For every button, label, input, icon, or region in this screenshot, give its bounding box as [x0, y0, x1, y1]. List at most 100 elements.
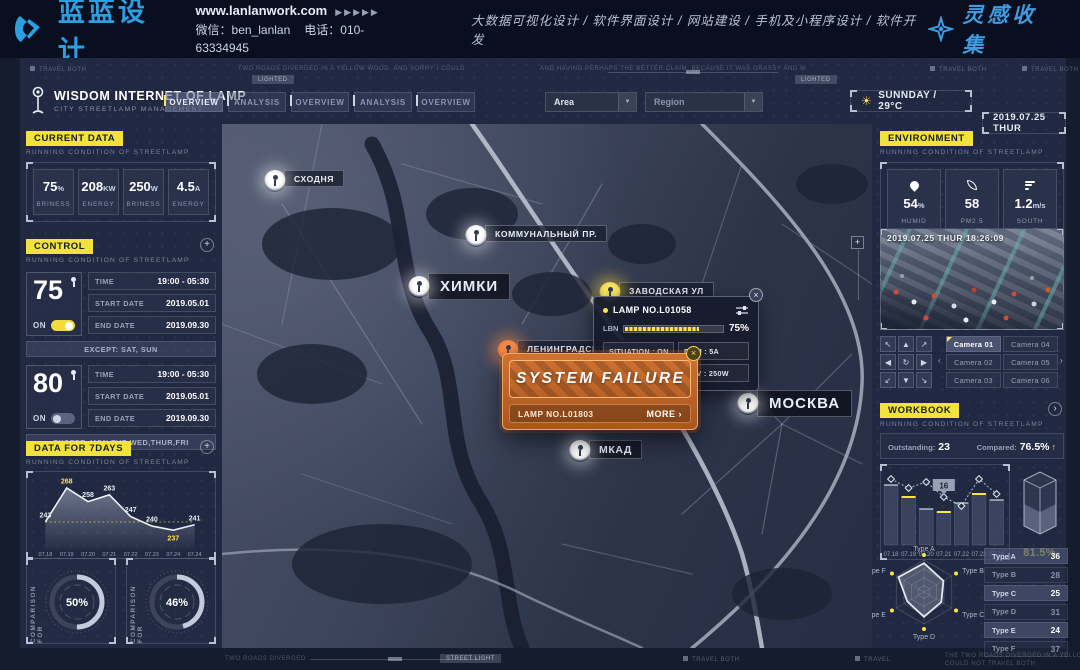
- map-pin-3[interactable]: [408, 276, 430, 298]
- camera-dpad-up[interactable]: ▲: [898, 336, 914, 352]
- lamp-icon: [71, 370, 76, 375]
- map-pin-6[interactable]: [737, 393, 759, 415]
- map-label[interactable]: МОСКВА: [757, 390, 852, 417]
- svg-text:50%: 50%: [66, 597, 88, 609]
- contact-info: www.lanlanwork.com▶▶▶▶▶ 微信：ben_lanlan电话：…: [196, 1, 431, 57]
- map-pin-2[interactable]: [465, 225, 487, 247]
- schedule-row[interactable]: TIME19:00 - 05:30: [88, 272, 216, 290]
- map-label[interactable]: СХОДНЯ: [284, 170, 344, 187]
- corner-mark: [1057, 228, 1064, 235]
- camera-button-3[interactable]: Camera 03: [946, 372, 1001, 388]
- tab-bar: OVERVIEWANALYSISOVERVIEWANALYSISOVERVIEW: [165, 92, 475, 112]
- map-pin-1[interactable]: [264, 170, 286, 192]
- brightness-value: 80: [33, 370, 75, 397]
- website-link[interactable]: www.lanlanwork.com: [196, 3, 328, 18]
- radar-chart: Type AType BType CType DType EType F: [872, 542, 984, 651]
- radar-legend: Type A36Type B28Type C25Type D31Type E24…: [984, 548, 1068, 659]
- tab-overview-2[interactable]: OVERVIEW: [291, 92, 349, 112]
- camera-dpad-down[interactable]: ▼: [898, 372, 914, 388]
- region-select[interactable]: Region ▼: [645, 92, 763, 112]
- brightness-percent: 75%: [729, 323, 749, 334]
- env-label: SOUTH: [1004, 218, 1056, 225]
- expand-chevron-button[interactable]: ›: [1048, 402, 1062, 416]
- cameras-prev-icon[interactable]: ‹: [938, 356, 941, 365]
- brightness-box: 75ON: [26, 272, 82, 336]
- element: 80ONTIME19:00 - 05:30START DATE2019.05.0…: [26, 365, 216, 429]
- element: TIME19:00 - 05:30 START DATE2019.05.01 END…: [88, 272, 216, 336]
- stat-unit: KW: [103, 184, 116, 193]
- camera-photo: 2019.07.25 THUR 18:26:09: [880, 228, 1064, 330]
- tab-marker: [416, 95, 418, 106]
- camera-button-4[interactable]: Camera 04: [1003, 336, 1058, 352]
- stat-unit: %: [57, 184, 64, 193]
- schedule-row[interactable]: START DATE2019.05.01: [88, 387, 216, 405]
- camera-button-2[interactable]: Camera 02: [946, 354, 1001, 370]
- toggle-state-label: ON: [33, 321, 46, 330]
- camera-button-6[interactable]: Camera 06: [1003, 372, 1058, 388]
- tab-marker: [227, 95, 229, 106]
- lamp-icon: [506, 345, 511, 350]
- schedule-row[interactable]: START DATE2019.05.01: [88, 294, 216, 312]
- legend-value: 36: [1051, 551, 1060, 561]
- tab-overview-4[interactable]: OVERVIEW: [417, 92, 475, 112]
- map-label[interactable]: МКАД: [589, 440, 642, 459]
- camera-dpad-up-left[interactable]: ↖: [880, 336, 896, 352]
- camera-panel: 2019.07.25 THUR 18:26:09 ↖▲↗ ◀↻▶ ↙▼↘ ‹ Cam…: [880, 228, 1064, 394]
- schedule-value: 19:00 - 05:30: [157, 369, 209, 379]
- stat-tile-energy: 208KWENERGY: [78, 169, 119, 215]
- lamp-icon: [273, 175, 278, 180]
- schedule-row[interactable]: END DATE2019.09.30: [88, 409, 216, 427]
- map-zoom-button[interactable]: +: [851, 236, 864, 249]
- map-label[interactable]: КОММУНАЛЬНЫЙ ПР.: [485, 225, 607, 242]
- camera-dpad-left[interactable]: ◀: [880, 354, 896, 370]
- map-pin-7[interactable]: [569, 440, 591, 462]
- close-icon[interactable]: ×: [749, 288, 763, 302]
- tab-analysis-3[interactable]: ANALYSIS: [354, 92, 412, 112]
- cameras-next-icon[interactable]: ›: [1060, 356, 1063, 365]
- close-icon[interactable]: ×: [686, 346, 701, 361]
- area-select[interactable]: Area ▼: [545, 92, 637, 112]
- stat-unit: A: [195, 184, 200, 193]
- decor-item: THE TWO ROADS DIVERGED IN A YELLOW WOOD,…: [945, 653, 1080, 659]
- camera-button-1[interactable]: Camera 01: [946, 336, 1001, 352]
- stat-label: ENERGY: [169, 201, 208, 208]
- tab-overview-0[interactable]: OVERVIEW: [165, 92, 223, 112]
- camera-dpad-right[interactable]: ▶: [916, 354, 932, 370]
- stat-label: BRINESS: [34, 201, 73, 208]
- expand-plus-button[interactable]: +: [200, 238, 214, 252]
- panel-badge: CURRENT DATA: [26, 131, 123, 146]
- expand-plus-button[interactable]: +: [200, 440, 214, 454]
- tab-marker: [164, 95, 166, 106]
- chevron-down-icon[interactable]: ▼: [618, 93, 636, 111]
- tab-marker: [353, 95, 355, 106]
- more-link[interactable]: MORE ›: [647, 409, 683, 419]
- camera-button-5[interactable]: Camera 05: [1003, 354, 1058, 370]
- failure-title: SYSTEM FAILURE: [516, 370, 684, 388]
- city-map[interactable]: +СХОДНЯКОММУНАЛЬНЫЙ ПР.ХИМКИЗАВОДСКАЯ УЛ…: [222, 124, 872, 648]
- tab-analysis-1[interactable]: ANALYSIS: [228, 92, 286, 112]
- camera-dpad-rotate[interactable]: ↻: [898, 354, 914, 370]
- svg-text:Type E: Type E: [872, 612, 886, 619]
- power-toggle[interactable]: [51, 320, 75, 331]
- decor-item: TRAVEL BOTH: [30, 66, 87, 73]
- sliders-icon[interactable]: [735, 305, 749, 315]
- element: 54%: [888, 195, 940, 213]
- power-toggle[interactable]: [51, 413, 75, 424]
- panel-badge: ENVIRONMENT: [880, 131, 973, 146]
- element: 75ON TIME19:00 - 05:30 START DATE2019.05.0…: [26, 272, 216, 336]
- corner-mark: [209, 558, 216, 565]
- element: ON: [33, 320, 75, 331]
- corner-mark: [1057, 162, 1064, 169]
- chevron-down-icon[interactable]: ▼: [744, 93, 762, 111]
- camera-dpad-up-right[interactable]: ↗: [916, 336, 932, 352]
- corner-mark: [850, 105, 857, 112]
- lamp-icon: [608, 287, 613, 292]
- element: 1.2m/s: [1004, 195, 1056, 213]
- camera-dpad-down-left[interactable]: ↙: [880, 372, 896, 388]
- camera-dpad-down-right[interactable]: ↘: [916, 372, 932, 388]
- comparison-gauge-2: COMPARISON FOR46%: [126, 558, 216, 644]
- schedule-row[interactable]: TIME19:00 - 05:30: [88, 365, 216, 383]
- schedule-row[interactable]: END DATE2019.09.30: [88, 316, 216, 334]
- map-label[interactable]: ХИМКИ: [428, 273, 510, 300]
- panel-subtitle: RUNNING CONDITION OF STREETLAMP: [26, 149, 216, 156]
